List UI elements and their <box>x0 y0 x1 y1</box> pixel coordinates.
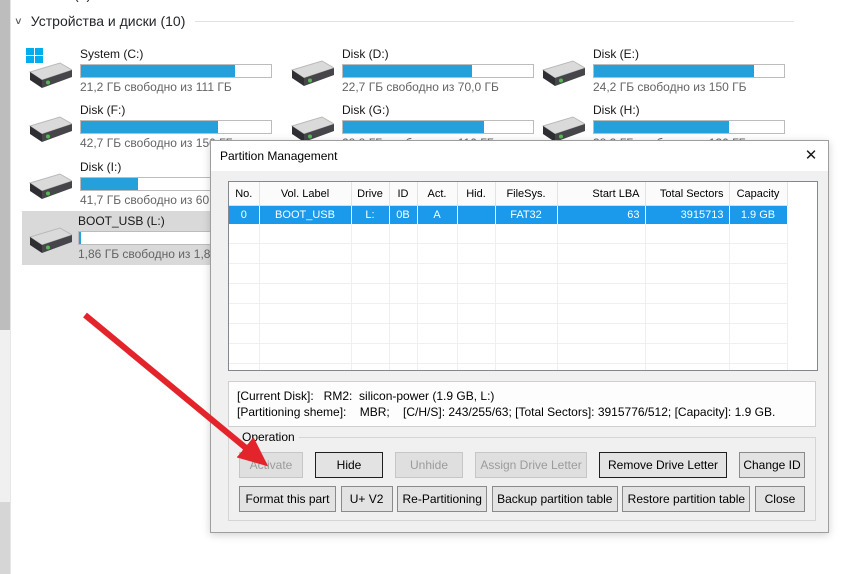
drive-usage-bar <box>80 120 272 134</box>
table-row-selected[interactable]: 0 BOOT_USB L: 0B A FAT32 63 3915713 1.9 … <box>229 206 787 225</box>
drive-free-space: 21,2 ГБ свободно из 111 ГБ <box>80 80 274 95</box>
partitioning-scheme-line: [Partitioning sheme]: MBR; [C/H/S]: 243/… <box>237 404 807 420</box>
unhide-button[interactable]: Unhide <box>395 452 463 478</box>
drive-usage-fill <box>594 121 729 133</box>
cell-act: A <box>417 206 457 225</box>
col-drive: Drive <box>351 182 389 206</box>
disk-info-panel: [Current Disk]: RM2: silicon-power (1.9 … <box>228 381 816 427</box>
backup-partition-table-button[interactable]: Backup partition table <box>492 486 618 512</box>
format-this-part-button[interactable]: Format this part <box>239 486 336 512</box>
col-id: ID <box>389 182 417 206</box>
remove-drive-letter-button[interactable]: Remove Drive Letter <box>599 452 727 478</box>
table-row <box>229 224 787 244</box>
drive-usage-fill <box>81 178 138 190</box>
drive-usage-bar <box>593 120 785 134</box>
col-hid: Hid. <box>457 182 495 206</box>
cell-filesys: FAT32 <box>495 206 557 225</box>
table-header-row: No. Vol. Label Drive ID Act. Hid. FileSy… <box>229 182 787 206</box>
table-row <box>229 324 787 344</box>
drive-icon <box>537 48 587 94</box>
cell-vol-label: BOOT_USB <box>259 206 351 225</box>
close-icon[interactable]: ✕ <box>798 144 824 168</box>
drive-usage-fill <box>343 65 472 77</box>
drive-icon <box>22 215 72 261</box>
drive-usage-fill <box>81 65 235 77</box>
drive-usage-fill <box>594 65 754 77</box>
group-header-folders[interactable]: ∨ Папки (7) <box>14 0 794 2</box>
group-header-devices[interactable]: ∨ Устройства и диски (10) <box>14 13 794 29</box>
cell-drive: L: <box>351 206 389 225</box>
drive-icon <box>286 48 336 94</box>
drive-usage-bar <box>80 64 272 78</box>
explorer-window: ∨ Папки (7) ∨ Устройства и диски (10) Sy… <box>0 0 860 574</box>
drive-tile-c[interactable]: System (C:) 21,2 ГБ свободно из 111 ГБ <box>24 44 280 98</box>
drive-icon <box>24 104 74 150</box>
group-header-label: Устройства и диски (10) <box>31 13 186 29</box>
cell-id: 0B <box>389 206 417 225</box>
table-row <box>229 344 787 364</box>
col-act: Act. <box>417 182 457 206</box>
cell-capacity: 1.9 GB <box>729 206 787 225</box>
drive-free-space: 22,7 ГБ свободно из 70,0 ГБ <box>342 80 536 95</box>
change-id-button[interactable]: Change ID <box>739 452 805 478</box>
drive-tile-d[interactable]: Disk (D:) 22,7 ГБ свободно из 70,0 ГБ <box>286 44 542 98</box>
table-row <box>229 244 787 264</box>
cell-hid <box>457 206 495 225</box>
close-button[interactable]: Close <box>755 486 805 512</box>
scrollbar-thumb[interactable] <box>0 0 10 330</box>
u-plus-v2-button[interactable]: U+ V2 <box>341 486 393 512</box>
drive-icon <box>24 161 74 207</box>
drive-usage-bar <box>593 64 785 78</box>
drive-usage-bar <box>342 64 534 78</box>
col-no: No. <box>229 182 259 206</box>
restore-partition-table-button[interactable]: Restore partition table <box>622 486 750 512</box>
operation-label: Operation <box>238 430 299 444</box>
system-drive-icon <box>24 48 74 94</box>
chevron-down-icon: ∨ <box>14 15 23 26</box>
dialog-titlebar[interactable]: Partition Management ✕ <box>211 141 828 171</box>
col-start-lba: Start LBA <box>557 182 645 206</box>
drive-name: Disk (E:) <box>593 47 787 62</box>
cell-no: 0 <box>229 206 259 225</box>
col-vol-label: Vol. Label <box>259 182 351 206</box>
drive-name: Disk (D:) <box>342 47 536 62</box>
assign-drive-letter-button[interactable]: Assign Drive Letter <box>475 452 587 478</box>
drive-name: Disk (F:) <box>80 103 274 118</box>
drive-name: Disk (G:) <box>342 103 536 118</box>
scrollbar-bottom-segment[interactable] <box>0 502 10 574</box>
dialog-title: Partition Management <box>220 149 337 163</box>
table-row <box>229 364 787 372</box>
table-row <box>229 304 787 324</box>
cell-total-sectors: 3915713 <box>645 206 729 225</box>
col-filesys: FileSys. <box>495 182 557 206</box>
hide-button[interactable]: Hide <box>315 452 383 478</box>
drive-free-space: 24,2 ГБ свободно из 150 ГБ <box>593 80 787 95</box>
cell-start-lba: 63 <box>557 206 645 225</box>
table-row <box>229 264 787 284</box>
drive-usage-fill <box>343 121 484 133</box>
drive-tile-e[interactable]: Disk (E:) 24,2 ГБ свободно из 150 ГБ <box>537 44 793 98</box>
table-row <box>229 284 787 304</box>
drive-name: System (C:) <box>80 47 274 62</box>
re-partitioning-button[interactable]: Re-Partitioning <box>397 486 487 512</box>
group-header-rule <box>195 21 794 22</box>
drive-usage-fill <box>79 232 81 244</box>
partition-management-dialog: Partition Management ✕ No. Vol. Label Dr… <box>210 140 829 533</box>
drive-usage-fill <box>81 121 218 133</box>
current-disk-line: [Current Disk]: RM2: silicon-power (1.9 … <box>237 388 807 404</box>
group-header-label: Папки (7) <box>31 0 91 2</box>
operation-groupbox: Operation Activate Hide Unhide Assign Dr… <box>228 437 816 521</box>
col-capacity: Capacity <box>729 182 787 206</box>
activate-button[interactable]: Activate <box>239 452 303 478</box>
partition-table: No. Vol. Label Drive ID Act. Hid. FileSy… <box>228 181 818 371</box>
navigation-scrollbar[interactable] <box>0 0 11 574</box>
drive-usage-bar <box>342 120 534 134</box>
col-total-sectors: Total Sectors <box>645 182 729 206</box>
drive-name: Disk (H:) <box>593 103 787 118</box>
